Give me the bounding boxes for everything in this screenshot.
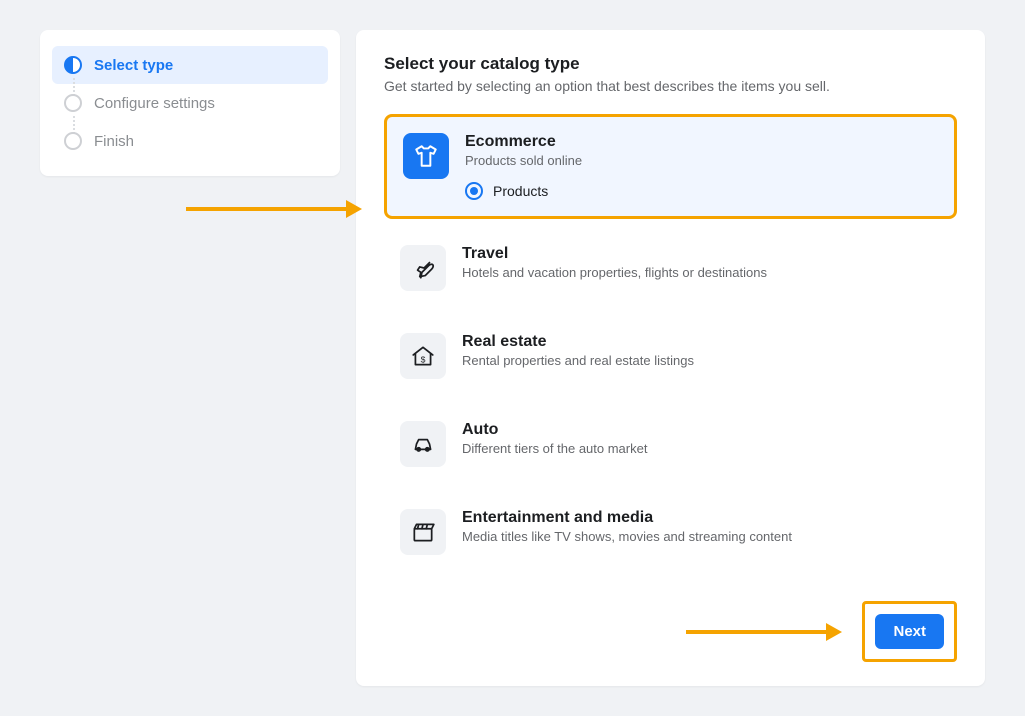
option-title: Travel [462,245,941,263]
option-title: Entertainment and media [462,509,941,527]
option-title: Real estate [462,333,941,351]
footer: Next [384,601,957,662]
option-auto[interactable]: Auto Different tiers of the auto market [384,405,957,483]
page-title: Select your catalog type [384,54,957,74]
next-highlight-box: Next [862,601,957,662]
clapperboard-icon [400,509,446,555]
step-indicator-icon [64,56,82,74]
wizard-sidebar: Select type Configure settings Finish [40,30,340,176]
next-button[interactable]: Next [875,614,944,649]
radio-icon [465,182,483,200]
annotation-arrow-next [686,623,842,641]
option-desc: Different tiers of the auto market [462,441,941,456]
step-indicator-icon [64,132,82,150]
radio-label: Products [493,183,548,199]
svg-text:$: $ [421,355,426,365]
option-desc: Hotels and vacation properties, flights … [462,265,941,280]
option-ecommerce[interactable]: Ecommerce Products sold online Products [384,114,957,219]
step-label: Configure settings [94,95,215,112]
step-label: Finish [94,133,134,150]
catalog-type-options: Ecommerce Products sold online Products … [384,114,957,581]
option-title: Ecommerce [465,133,938,151]
step-label: Select type [94,57,173,74]
step-select-type[interactable]: Select type [52,46,328,84]
car-icon [400,421,446,467]
annotation-arrow-ecommerce [186,200,362,218]
option-desc: Products sold online [465,153,938,168]
option-desc: Media titles like TV shows, movies and s… [462,529,941,544]
step-finish: Finish [52,122,328,160]
option-desc: Rental properties and real estate listin… [462,353,941,368]
plane-icon [400,245,446,291]
step-configure-settings: Configure settings [52,84,328,122]
radio-products[interactable]: Products [465,182,938,200]
option-entertainment[interactable]: Entertainment and media Media titles lik… [384,493,957,571]
option-travel[interactable]: Travel Hotels and vacation properties, f… [384,229,957,307]
tshirt-icon [403,133,449,179]
main-panel: Select your catalog type Get started by … [356,30,985,686]
house-icon: $ [400,333,446,379]
option-title: Auto [462,421,941,439]
step-indicator-icon [64,94,82,112]
page-subtitle: Get started by selecting an option that … [384,78,957,94]
option-real-estate[interactable]: $ Real estate Rental properties and real… [384,317,957,395]
